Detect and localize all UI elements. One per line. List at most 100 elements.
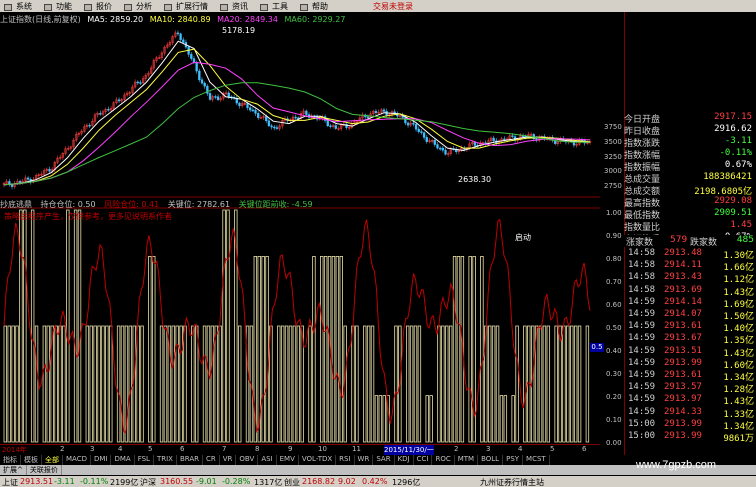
indicator-tab[interactable]: BOLL [478,455,504,465]
candle-body [117,99,121,102]
tick-row[interactable]: 14:59 2914.07 1.50亿 [624,309,756,322]
indicator-tab[interactable]: OBV [236,455,259,465]
stat-value: -3.11 [724,136,752,146]
candle-body [203,82,206,87]
tick-row[interactable]: 14:58 2914.11 1.66亿 [624,260,756,273]
tick-row[interactable]: 14:59 2913.61 1.34亿 [624,370,756,383]
sz-label: 沪深 [140,478,156,487]
stat-value: 1.45 [730,220,752,230]
menu-tools[interactable]: 工具 [256,1,296,12]
tick-row[interactable]: 14:59 2913.51 1.43亿 [624,346,756,359]
stat-row: 总成交量 188386421 [624,172,754,185]
sz-change: -9.01 [196,477,217,486]
extension-tab[interactable]: 关联报价 [27,465,62,475]
indicator-tab[interactable]: VR [220,455,237,465]
indicator-tab[interactable]: DMI [91,455,112,465]
indicator-tab[interactable]: ROC [432,455,455,465]
indicator-legend: 抄底逃鼎 持仓仓位: 0.50 风险仓位: 0.41 关键位: 2782.61 … [0,199,600,209]
indicator-tab[interactable]: ASI [258,455,277,465]
indicator-tab[interactable]: MACD [63,455,91,465]
tick-row[interactable]: 14:59 2914.33 1.33亿 [624,407,756,420]
tick-time: 14:58 [628,284,656,295]
down-count-value: 485 [736,235,754,245]
tick-vol: 1.30亿 [723,251,754,261]
tick-row[interactable]: 14:59 2913.67 1.35亿 [624,333,756,346]
help-icon [300,3,308,11]
candle-body [257,113,260,118]
tick-row[interactable]: 14:59 2914.14 1.69亿 [624,297,756,310]
tick-price: 2913.61 [664,370,702,380]
trade-login-link[interactable]: 交易未登录 [373,1,413,12]
sh-label: 上证 [2,478,18,487]
indicator-tab[interactable]: TRIX [154,455,177,465]
tick-row[interactable]: 14:59 2913.61 1.40亿 [624,321,756,334]
menu-help[interactable]: 帮助 [296,1,336,12]
cy-amount: 1296亿 [392,478,421,487]
indicator-tab[interactable]: BRAR [177,455,203,465]
candle-body [444,149,447,155]
menu-info[interactable]: 资讯 [216,1,256,12]
price-axis-label: 3000 [604,167,622,175]
price-axis-label: 3500 [604,138,622,146]
tick-price: 2913.97 [664,394,702,405]
candle-body [492,137,495,142]
tick-time: 14:59 [628,309,656,319]
tick-row[interactable]: 14:58 2913.48 1.30亿 [624,248,756,261]
date-label: 4 [118,445,123,453]
candle-body [10,184,14,187]
candle-body [265,116,268,122]
indicator-tab[interactable]: RSI [336,455,355,465]
menu-extended-quote[interactable]: 扩展行情 [160,1,216,12]
indicator-tab[interactable]: KDJ [395,455,414,465]
candle-body [246,103,249,108]
stat-value: 188386421 [703,172,752,182]
ma20-label: MA20: 2849.34 [217,15,278,24]
tick-vol: 1.43亿 [723,348,754,359]
indicator-tab[interactable]: 模板 [21,455,42,465]
menu-function[interactable]: 功能 [40,1,80,12]
indicator-tab[interactable]: MTM [455,455,479,465]
indicator-tab[interactable]: CCI [414,455,433,465]
tick-row[interactable]: 14:59 2913.99 1.60亿 [624,358,756,371]
indicator-tab[interactable]: DMA [111,455,135,465]
sz-value: 3160.55 [160,477,194,486]
indicator-tab[interactable]: EMV [277,455,299,465]
candle-body [99,113,102,115]
tick-vol: 9861万 [723,434,754,444]
indicator-tab[interactable]: CR [203,455,220,465]
candle-body [214,96,217,98]
date-label: 11 [352,445,361,453]
candle-body [190,54,193,59]
kline-chart[interactable]: 5178.19 2638.30 启动 [0,12,600,460]
indicator-tab[interactable]: FSL [135,455,154,465]
candle-body [417,128,420,132]
menu-analysis[interactable]: 分析 [120,1,160,12]
tick-row[interactable]: 14:59 2913.97 1.43亿 [624,394,756,407]
tick-row[interactable]: 14:58 2913.69 1.43亿 [624,284,756,298]
extension-tab[interactable]: 扩展^ [0,465,27,475]
candle-body [48,168,51,172]
tick-price: 2914.07 [664,309,702,319]
indicator-tab[interactable]: PSY [503,455,524,465]
indicator-tab[interactable]: 全部 [42,455,63,465]
candle-body [334,125,337,129]
tick-row[interactable]: 14:59 2913.57 1.28亿 [624,382,756,395]
stat-row: 今日开盘 2917.15 [624,112,754,125]
tick-row[interactable]: 14:58 2913.43 1.12亿 [624,272,756,285]
tick-row[interactable]: 15:00 2913.99 1.34亿 [624,419,756,432]
candle-body [420,131,423,133]
candle-body [208,93,212,100]
indicator-tab[interactable]: WR [355,455,374,465]
indicator-tab[interactable]: VOL-TDX [299,455,337,465]
indicator-tab[interactable]: 指标 [0,455,21,465]
candle-body [139,82,142,84]
menu-quote[interactable]: 报价 [80,1,120,12]
tick-time: 14:58 [628,248,656,258]
candle-body [414,123,418,130]
menu-system[interactable]: 系统 [0,1,40,12]
indicator-tab[interactable]: SAR [373,455,395,465]
analysis-icon [124,3,132,11]
tick-row[interactable]: 15:00 2913.99 9861万 [624,431,756,444]
indicator-tab[interactable]: MCST [523,455,550,465]
indicator-axis-label: 0.40 [606,347,622,355]
